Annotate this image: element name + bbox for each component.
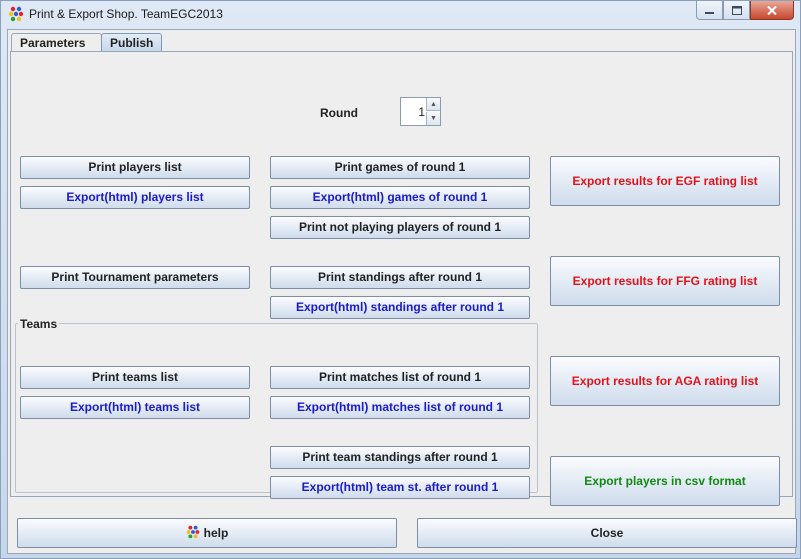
print-players-button[interactable]: Print players list (20, 156, 250, 179)
app-logo-icon (186, 525, 199, 539)
window-title: Print & Export Shop. TeamEGC2013 (29, 7, 223, 21)
help-label: help (203, 526, 229, 540)
footer-bar: help Close (10, 498, 797, 553)
export-players-button[interactable]: Export(html) players list (20, 186, 250, 209)
help-button[interactable]: help (17, 518, 397, 548)
export-ffg-button[interactable]: Export results for FFG rating list (550, 256, 780, 306)
tab-parameters[interactable]: Parameters (11, 33, 102, 52)
export-team-standings-button[interactable]: Export(html) team st. after round 1 (270, 476, 530, 499)
close-window-button[interactable] (750, 1, 794, 20)
close-icon (767, 5, 777, 15)
close-button[interactable]: Close (417, 518, 797, 548)
spinner-down-icon[interactable]: ▼ (426, 112, 440, 125)
minimize-icon (705, 12, 714, 14)
maximize-icon (731, 5, 742, 15)
tab-publish[interactable]: Publish (101, 33, 162, 52)
publish-panel: Round 1 ▲ ▼ Print players list Export(ht… (10, 51, 793, 506)
teams-group-title: Teams (18, 317, 60, 331)
print-team-standings-button[interactable]: Print team standings after round 1 (270, 446, 530, 469)
print-tournament-parameters-button[interactable]: Print Tournament parameters (20, 266, 250, 289)
export-teams-button[interactable]: Export(html) teams list (20, 396, 250, 419)
spinner-up-icon[interactable]: ▲ (426, 98, 440, 111)
print-matches-button[interactable]: Print matches list of round 1 (270, 366, 530, 389)
export-egf-button[interactable]: Export results for EGF rating list (550, 156, 780, 206)
maximize-button[interactable] (723, 1, 750, 20)
print-games-button[interactable]: Print games of round 1 (270, 156, 530, 179)
round-value[interactable]: 1 (418, 105, 425, 119)
app-logo-icon (8, 6, 24, 22)
print-teams-button[interactable]: Print teams list (20, 366, 250, 389)
print-not-playing-button[interactable]: Print not playing players of round 1 (270, 216, 530, 239)
dialog-client-area: Parameters Publish Round 1 ▲ ▼ Print pla… (7, 29, 797, 554)
app-window: Print & Export Shop. TeamEGC2013 Paramet… (0, 0, 801, 559)
round-label: Round (320, 106, 358, 120)
round-spinner[interactable]: 1 ▲ ▼ (400, 97, 441, 126)
export-standings-button[interactable]: Export(html) standings after round 1 (270, 296, 530, 319)
export-matches-button[interactable]: Export(html) matches list of round 1 (270, 396, 530, 419)
print-standings-button[interactable]: Print standings after round 1 (270, 266, 530, 289)
minimize-button[interactable] (696, 1, 723, 20)
export-aga-button[interactable]: Export results for AGA rating list (550, 356, 780, 406)
title-bar[interactable]: Print & Export Shop. TeamEGC2013 (1, 1, 800, 29)
export-games-button[interactable]: Export(html) games of round 1 (270, 186, 530, 209)
